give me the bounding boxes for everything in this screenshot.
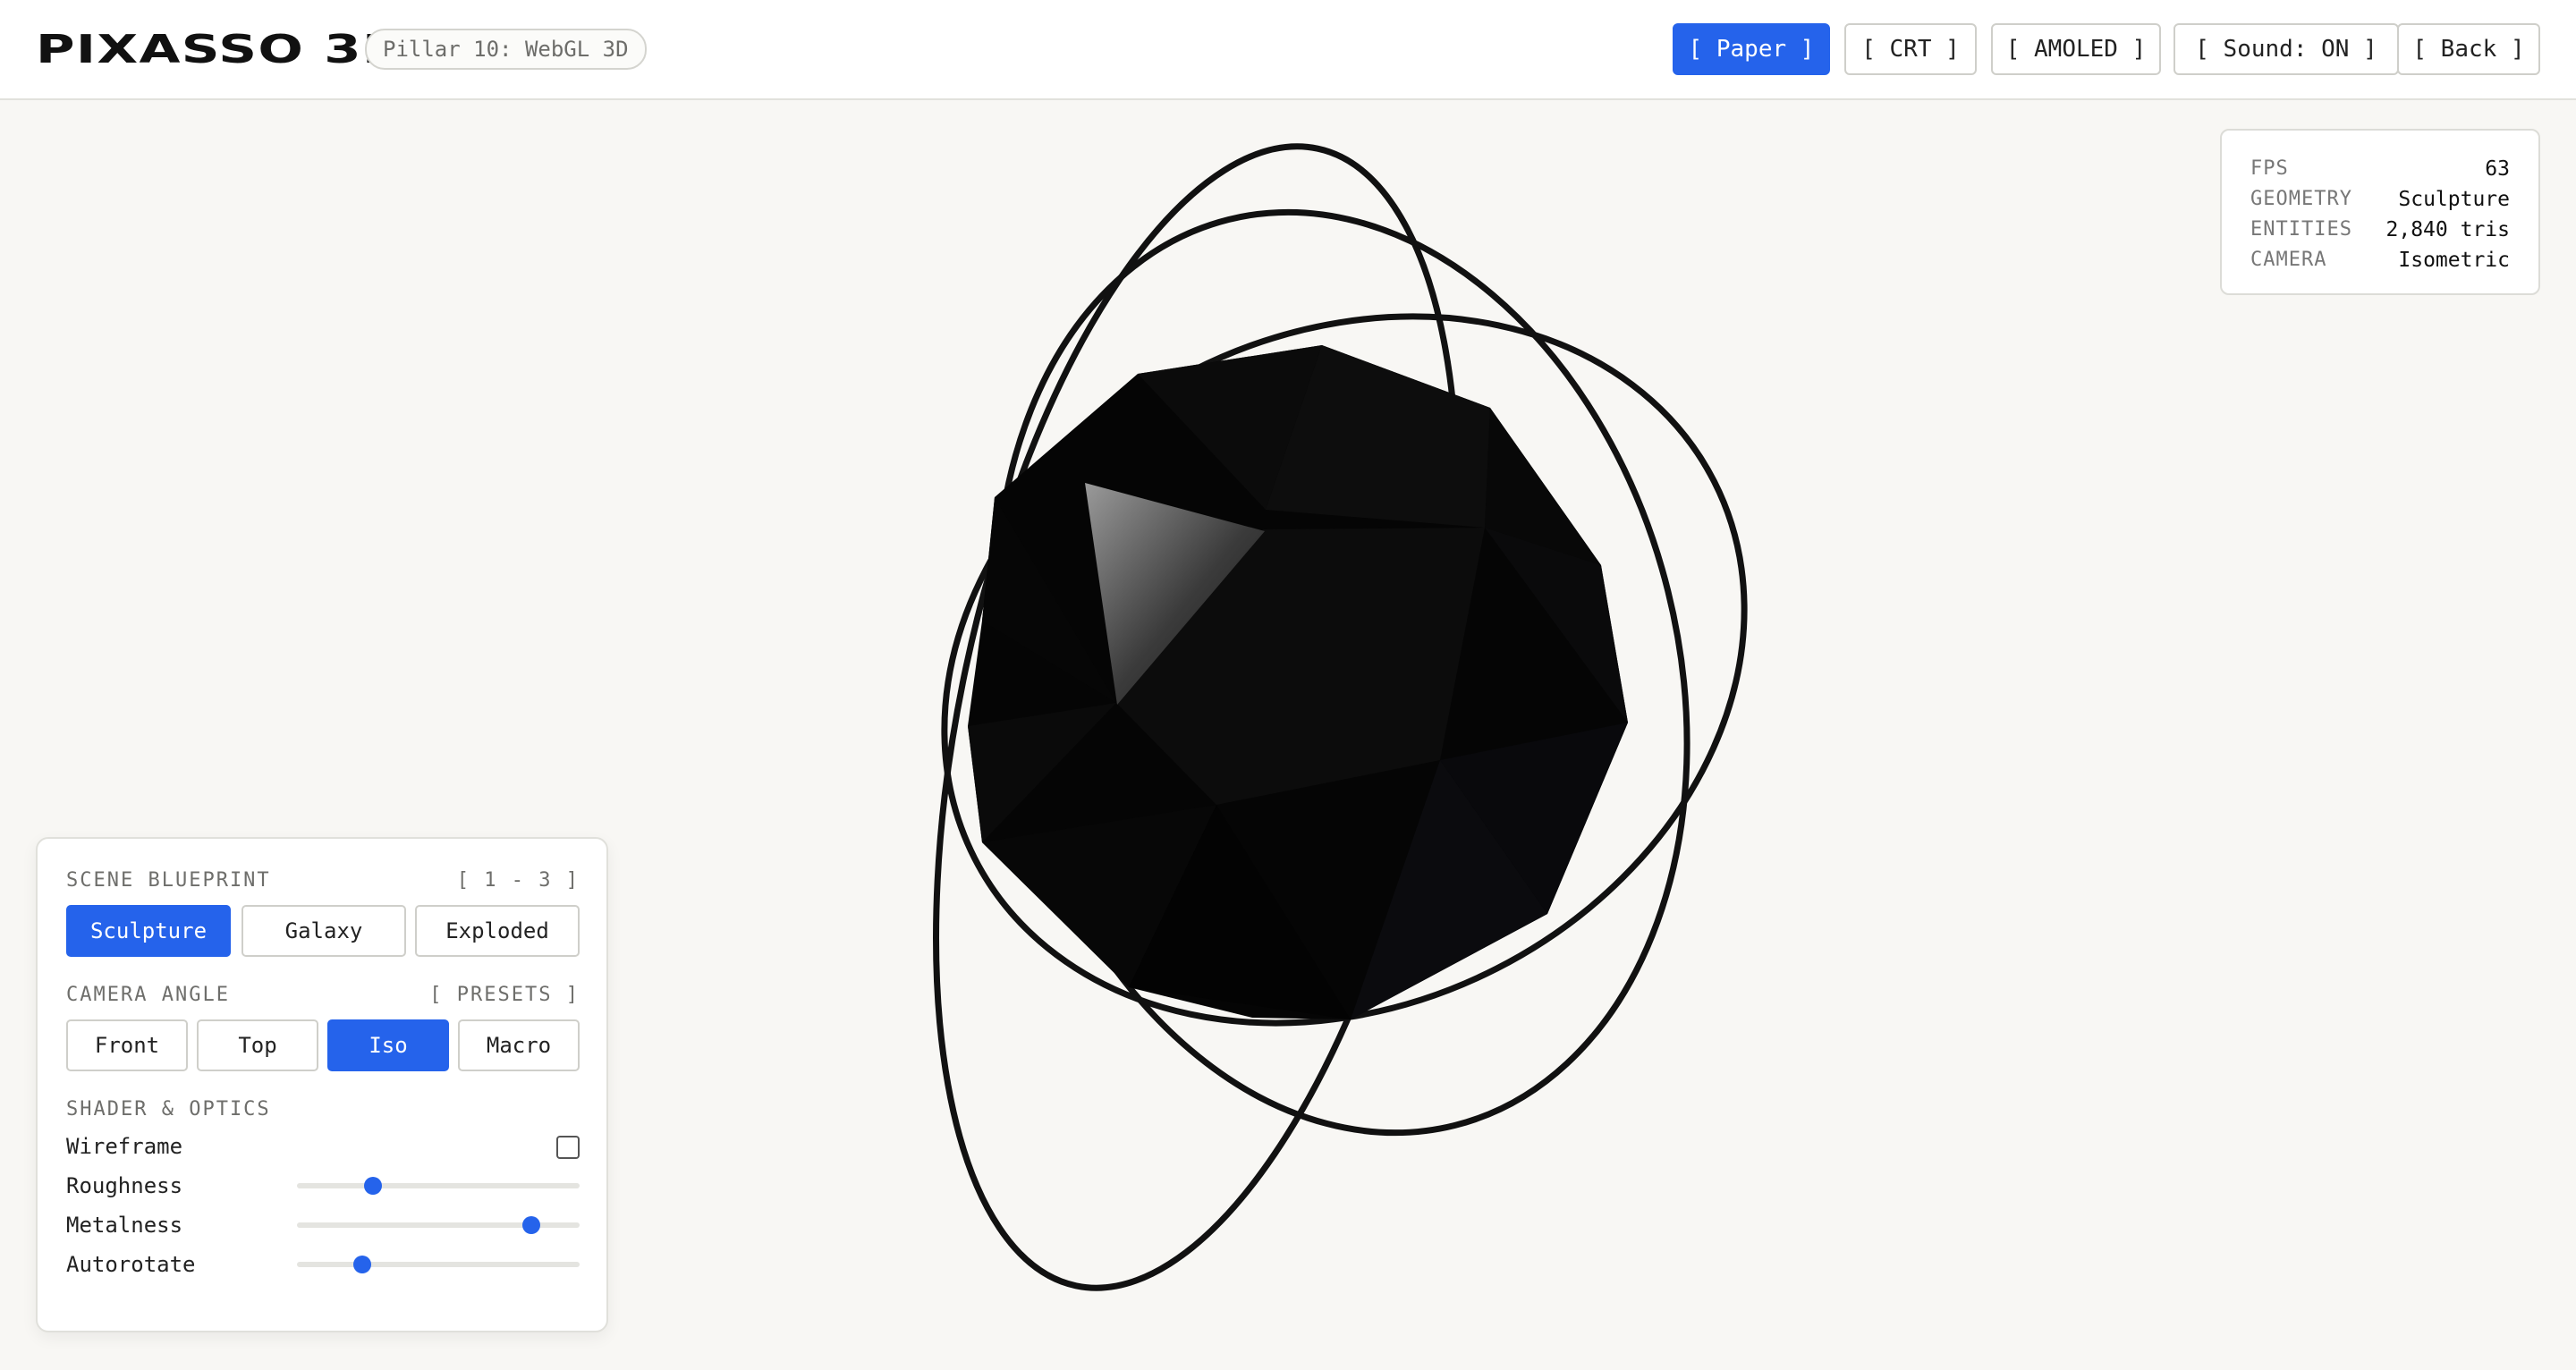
section-title: SHADER & OPTICS: [66, 1098, 271, 1121]
crt-theme-button[interactable]: [ CRT ]: [1844, 23, 1977, 75]
roughness-slider[interactable]: [297, 1175, 580, 1197]
stat-label: CAMERA: [2250, 249, 2327, 271]
sound-toggle-button[interactable]: [ Sound: ON ]: [2174, 23, 2399, 75]
section-title: CAMERA ANGLE: [66, 984, 230, 1006]
metalness-label: Metalness: [66, 1213, 183, 1238]
slider-thumb[interactable]: [352, 1256, 371, 1273]
wireframe-checkbox[interactable]: [556, 1136, 580, 1159]
geometry-value: Sculpture: [2398, 188, 2510, 211]
entities-value: 2,840 tris: [2385, 218, 2510, 241]
stats-panel: FPS 63 GEOMETRY Sculpture ENTITIES 2,840…: [2220, 129, 2540, 295]
camera-angle-header: CAMERA ANGLE [ PRESETS ]: [66, 982, 580, 1009]
scene-galaxy-button[interactable]: Galaxy: [242, 905, 406, 957]
section-hint: [ PRESETS ]: [429, 984, 580, 1006]
camera-front-button[interactable]: Front: [66, 1019, 188, 1071]
control-panel: SCENE BLUEPRINT [ 1 - 3 ] Sculpture Gala…: [36, 837, 608, 1332]
back-button[interactable]: [ Back ]: [2397, 23, 2540, 75]
slider-track: [297, 1262, 580, 1267]
scene-sculpture-button[interactable]: Sculpture: [66, 905, 231, 957]
slider-thumb[interactable]: [522, 1216, 541, 1234]
stat-label: FPS: [2250, 157, 2289, 180]
autorotate-label: Autorotate: [66, 1252, 196, 1277]
camera-iso-button[interactable]: Iso: [327, 1019, 449, 1071]
stat-label: GEOMETRY: [2250, 188, 2352, 210]
scene-blueprint-header: SCENE BLUEPRINT [ 1 - 3 ]: [66, 867, 580, 894]
section-hint: [ 1 - 3 ]: [456, 869, 580, 892]
wireframe-label: Wireframe: [66, 1134, 183, 1159]
slider-thumb[interactable]: [364, 1177, 383, 1195]
autorotate-slider[interactable]: [297, 1254, 580, 1275]
section-title: SCENE BLUEPRINT: [66, 869, 271, 892]
camera-value: Isometric: [2398, 249, 2510, 272]
amoled-theme-button[interactable]: [ AMOLED ]: [1991, 23, 2161, 75]
shader-optics-header: SHADER & OPTICS: [66, 1096, 580, 1123]
camera-macro-button[interactable]: Macro: [458, 1019, 580, 1071]
stat-row-geometry: GEOMETRY Sculpture: [2250, 184, 2510, 215]
stat-row-fps: FPS 63: [2250, 154, 2510, 184]
top-bar: PIXASSO 3D Pillar 10: WebGL 3D [ Paper ]…: [0, 0, 2576, 100]
roughness-label: Roughness: [66, 1173, 183, 1198]
stat-row-entities: ENTITIES 2,840 tris: [2250, 215, 2510, 245]
app-root: PIXASSO 3D Pillar 10: WebGL 3D [ Paper ]…: [0, 0, 2576, 1370]
sculpture-mesh: [968, 345, 1628, 1019]
stat-label: ENTITIES: [2250, 218, 2352, 241]
fps-value: 63: [2485, 157, 2510, 181]
scene-exploded-button[interactable]: Exploded: [415, 905, 580, 957]
paper-theme-button[interactable]: [ Paper ]: [1673, 23, 1830, 75]
metalness-slider[interactable]: [297, 1214, 580, 1236]
stat-row-camera: CAMERA Isometric: [2250, 245, 2510, 275]
app-logo[interactable]: PIXASSO 3D: [36, 23, 408, 77]
camera-top-button[interactable]: Top: [197, 1019, 318, 1071]
slider-track: [297, 1183, 580, 1188]
pillar-badge: Pillar 10: WebGL 3D: [365, 29, 647, 70]
